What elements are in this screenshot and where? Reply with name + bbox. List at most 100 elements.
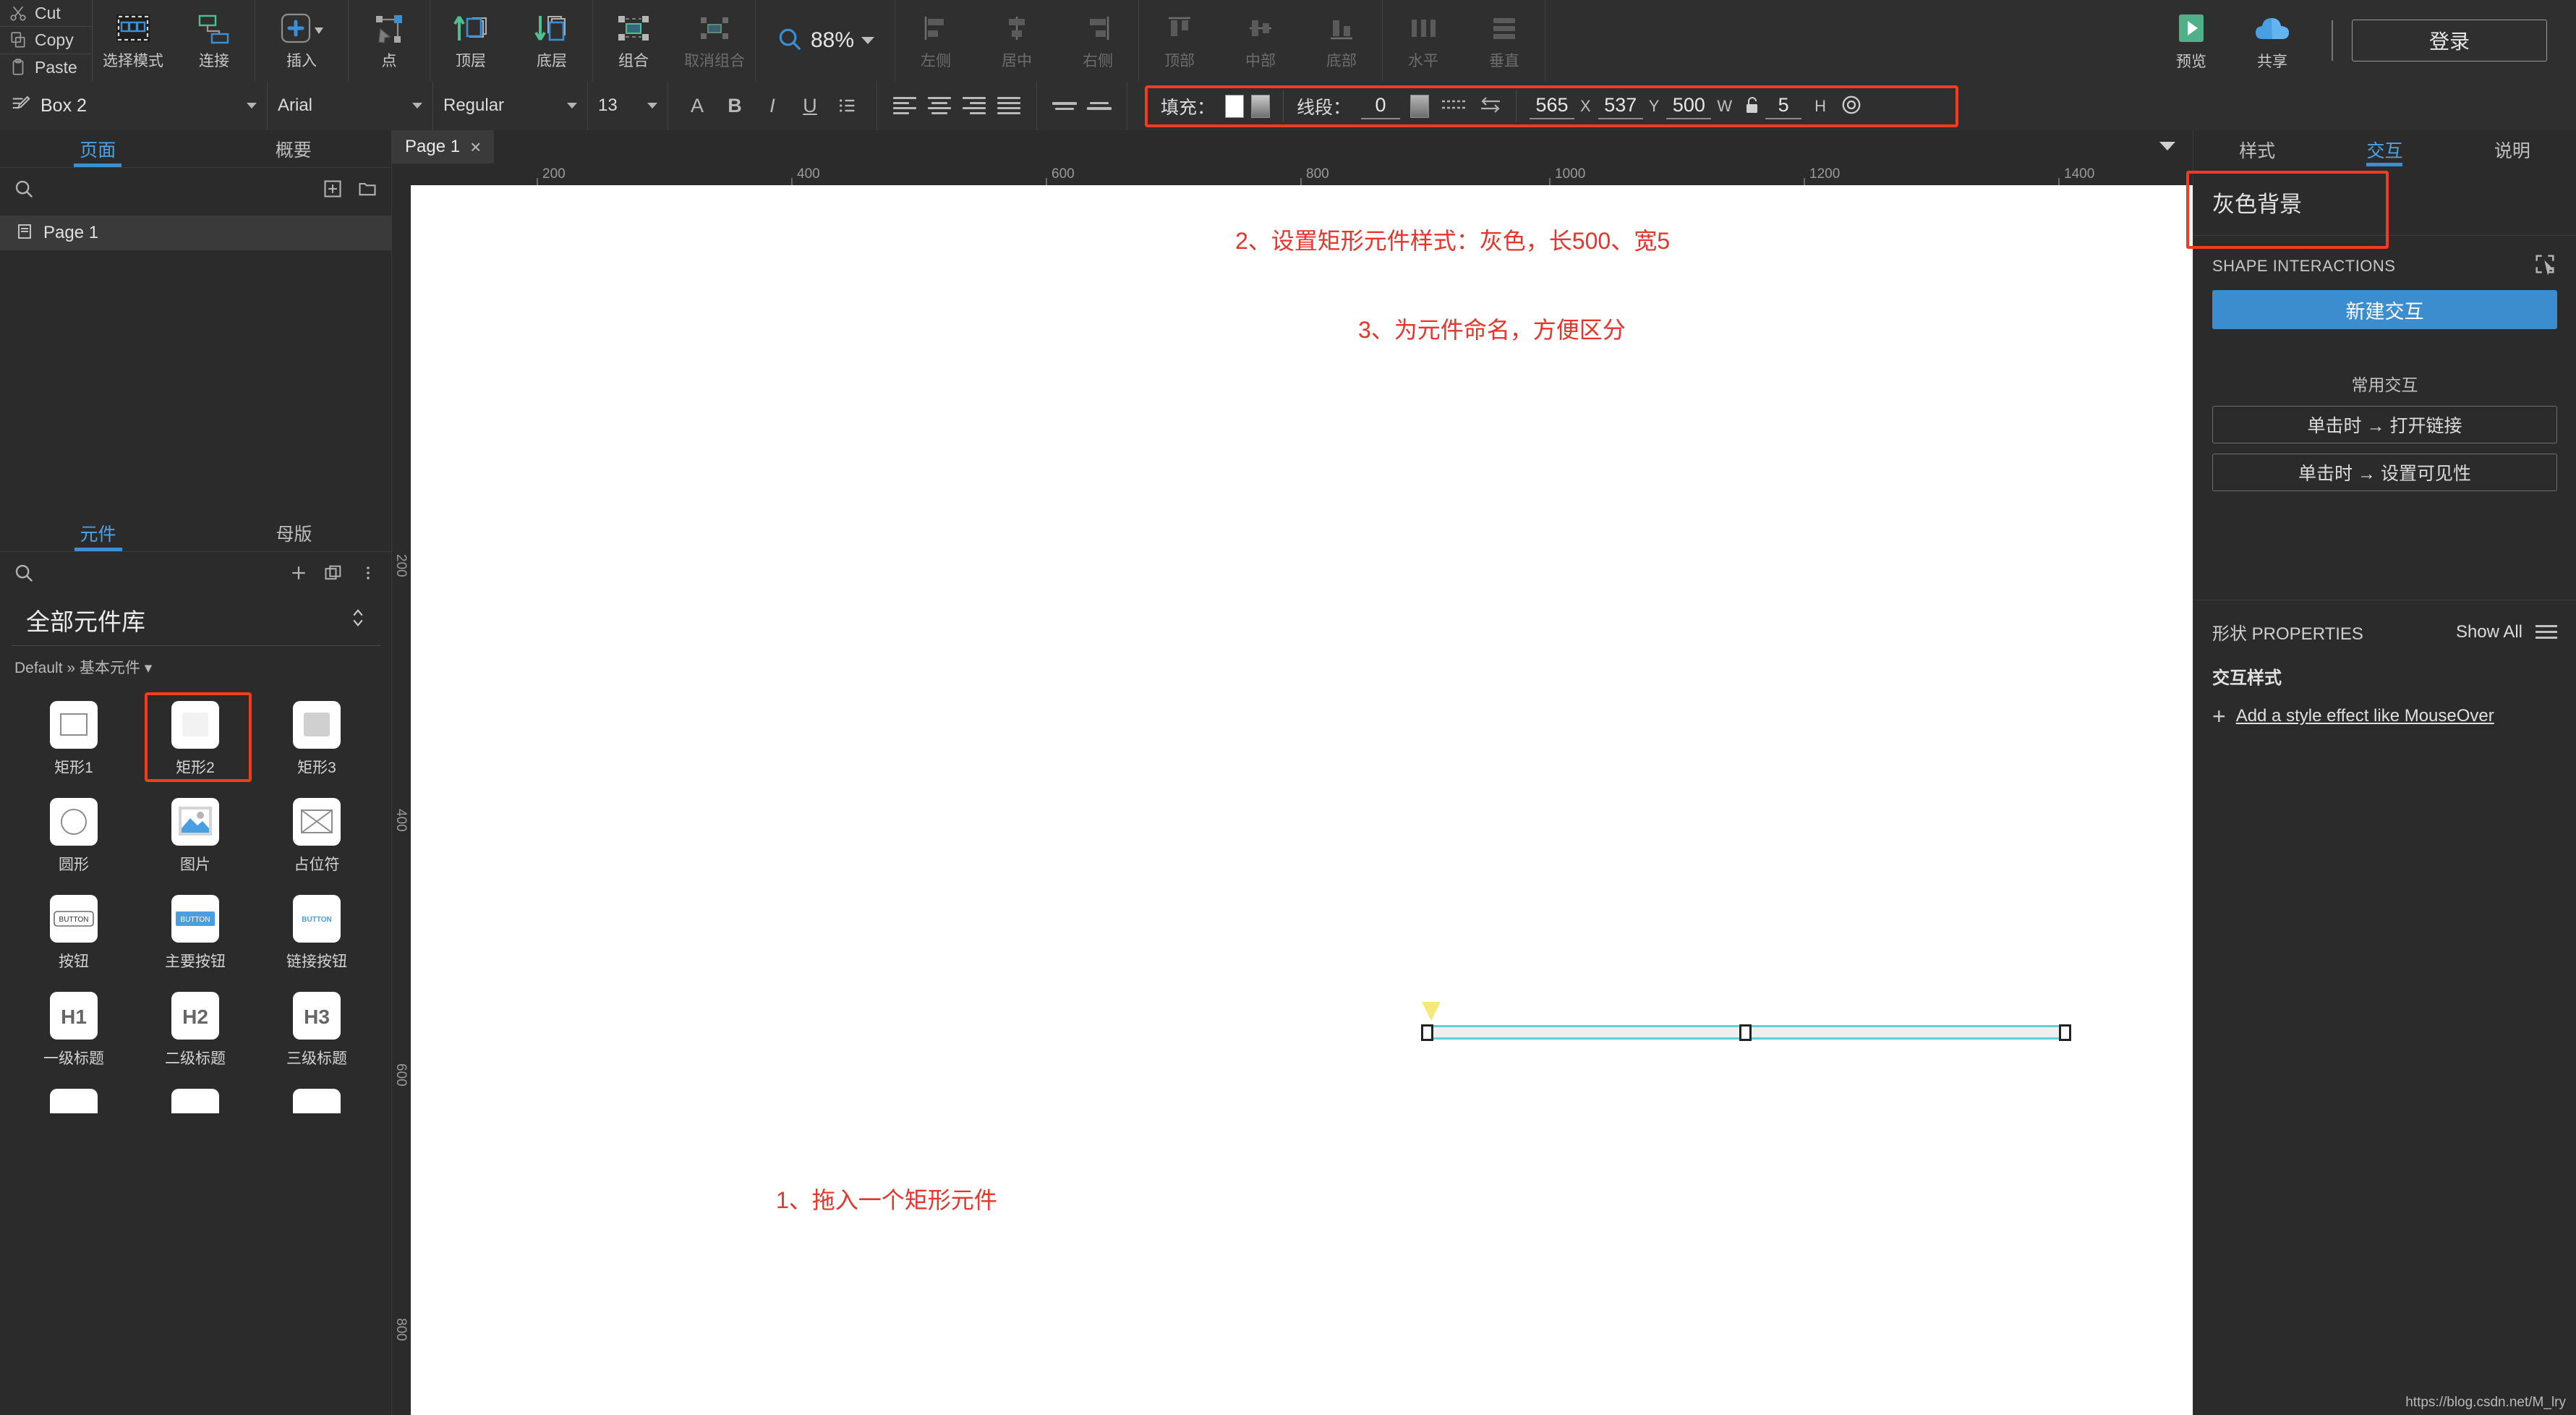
search-icon[interactable] (12, 561, 36, 585)
connect-button[interactable]: 连接 (174, 0, 255, 81)
search-icon[interactable] (12, 177, 36, 201)
chevron-down-icon[interactable] (412, 103, 422, 109)
tab-masters[interactable]: 母版 (196, 514, 392, 551)
close-icon[interactable]: × (470, 136, 481, 158)
line-color-swatch[interactable] (1410, 95, 1430, 118)
share-button[interactable]: 共享 (2232, 10, 2313, 72)
resize-handle-middle[interactable] (1739, 1024, 1752, 1041)
login-button[interactable]: 登录 (2352, 20, 2547, 61)
dashed-line-icon[interactable] (1441, 95, 1467, 118)
select-mode-button[interactable]: 选择模式 (93, 0, 174, 81)
eye-icon[interactable] (1841, 94, 1862, 119)
resize-handle-left[interactable] (1421, 1024, 1433, 1041)
folder-icon[interactable] (355, 177, 380, 201)
add-style-effect-row[interactable]: + Add a style effect like MouseOver (2193, 689, 2576, 744)
chevron-down-icon[interactable] (567, 103, 577, 109)
widget-image[interactable]: 图片 (135, 788, 256, 885)
distribute-horizontal-button[interactable]: 水平 (1383, 0, 1464, 81)
page-tab[interactable]: Page 1 × (392, 130, 495, 163)
paste-button[interactable]: Paste (0, 54, 92, 81)
rotation-handle[interactable] (1422, 1002, 1441, 1021)
x-input[interactable]: 565 (1530, 94, 1575, 119)
chevron-down-icon[interactable] (861, 37, 875, 44)
widget-circle[interactable]: 圆形 (13, 788, 135, 885)
fill-gradient-swatch[interactable] (1251, 95, 1271, 118)
show-all-link[interactable]: Show All (2456, 622, 2522, 642)
add-page-icon[interactable] (320, 177, 345, 201)
breadcrumb[interactable]: Default » 基本元件 ▾ (0, 646, 392, 688)
widget-rect3[interactable]: 矩形3 (256, 691, 378, 788)
element-name-field[interactable]: Box 2 (0, 81, 268, 130)
widget-rect1[interactable]: 矩形1 (13, 691, 135, 788)
resize-handle-right[interactable] (2059, 1024, 2071, 1041)
tab-outline[interactable]: 概要 (196, 130, 392, 167)
chevron-down-icon[interactable] (2159, 142, 2175, 150)
duplicate-icon[interactable] (321, 561, 346, 585)
width-input[interactable]: 500 (1666, 94, 1712, 119)
align-top-button[interactable]: 顶部 (1139, 0, 1220, 81)
tab-widgets[interactable]: 元件 (0, 514, 196, 551)
plus-icon[interactable] (286, 561, 311, 585)
insert-button[interactable]: 插入 (255, 0, 348, 81)
height-input[interactable]: 5 (1765, 94, 1802, 119)
vert-align-top-icon[interactable] (1047, 88, 1082, 123)
selection-target-icon[interactable] (2533, 252, 2557, 280)
align-middle-button[interactable]: 中部 (1220, 0, 1301, 81)
font-size-select[interactable]: 13 (588, 81, 668, 130)
widget-h1[interactable]: H1 一级标题 (13, 982, 135, 1079)
text-align-center-icon[interactable] (922, 88, 957, 123)
widget-h3[interactable]: H3 三级标题 (256, 982, 378, 1079)
y-input[interactable]: 537 (1598, 94, 1643, 119)
text-align-left-icon[interactable] (887, 88, 922, 123)
more-vert-icon[interactable] (356, 561, 380, 585)
align-left-button[interactable]: 左侧 (895, 0, 976, 81)
align-center-button[interactable]: 居中 (976, 0, 1057, 81)
tab-notes[interactable]: 说明 (2449, 130, 2576, 169)
copy-button[interactable]: Copy (0, 27, 92, 54)
new-interaction-button[interactable]: 新建交互 (2212, 290, 2557, 329)
vert-align-bottom-icon[interactable] (1082, 88, 1117, 123)
widget-link-button[interactable]: BUTTON 链接按钮 (256, 885, 378, 982)
widget-placeholder[interactable]: 占位符 (256, 788, 378, 885)
arrow-style-icon[interactable] (1478, 95, 1503, 118)
tab-interactions[interactable]: 交互 (2321, 130, 2448, 169)
font-weight-select[interactable]: Regular (433, 81, 588, 130)
align-right-button[interactable]: 右侧 (1057, 0, 1138, 81)
fill-color-swatch[interactable] (1225, 95, 1245, 118)
cut-button[interactable]: Cut (0, 0, 92, 27)
bold-icon[interactable]: B (716, 87, 754, 124)
unlock-icon[interactable] (1744, 95, 1761, 119)
common-interaction-open-link[interactable]: 单击时 → 打开链接 (2212, 406, 2557, 443)
chevron-down-icon[interactable] (247, 103, 257, 109)
text-align-right-icon[interactable] (957, 88, 991, 123)
italic-icon[interactable]: I (754, 87, 791, 124)
send-back-button[interactable]: 底层 (511, 0, 592, 81)
text-align-justify-icon[interactable] (991, 88, 1026, 123)
ungroup-button[interactable]: 取消组合 (674, 0, 755, 81)
widget-rect2[interactable]: 矩形2 (135, 691, 256, 788)
zoom-control[interactable]: 88% (756, 0, 895, 81)
line-width-input[interactable]: 0 (1361, 94, 1401, 119)
hamburger-icon[interactable] (2536, 625, 2557, 639)
list-icon[interactable] (829, 87, 866, 124)
widget-extra-1[interactable] (13, 1079, 135, 1113)
page-item[interactable]: Page 1 (0, 216, 391, 250)
bring-front-button[interactable]: 顶层 (430, 0, 511, 81)
common-interaction-set-visibility[interactable]: 单击时 → 设置可见性 (2212, 454, 2557, 491)
underline-icon[interactable]: U (791, 87, 829, 124)
library-selector[interactable]: 全部元件库 (12, 594, 380, 646)
widget-extra-3[interactable] (256, 1079, 378, 1113)
widget-extra-2[interactable] (135, 1079, 256, 1113)
group-button[interactable]: 组合 (593, 0, 674, 81)
element-name-display[interactable]: 灰色背景 (2193, 169, 2576, 236)
align-bottom-button[interactable]: 底部 (1301, 0, 1382, 81)
widget-button[interactable]: BUTTON 按钮 (13, 885, 135, 982)
widget-h2[interactable]: H2 二级标题 (135, 982, 256, 1079)
tab-pages[interactable]: 页面 (0, 130, 196, 167)
tab-style[interactable]: 样式 (2193, 130, 2321, 169)
font-family-select[interactable]: Arial (268, 81, 433, 130)
point-button[interactable]: 点 (349, 0, 430, 81)
widget-primary-button[interactable]: BUTTON 主要按钮 (135, 885, 256, 982)
font-color-icon[interactable]: A (678, 87, 716, 124)
distribute-vertical-button[interactable]: 垂直 (1464, 0, 1545, 81)
